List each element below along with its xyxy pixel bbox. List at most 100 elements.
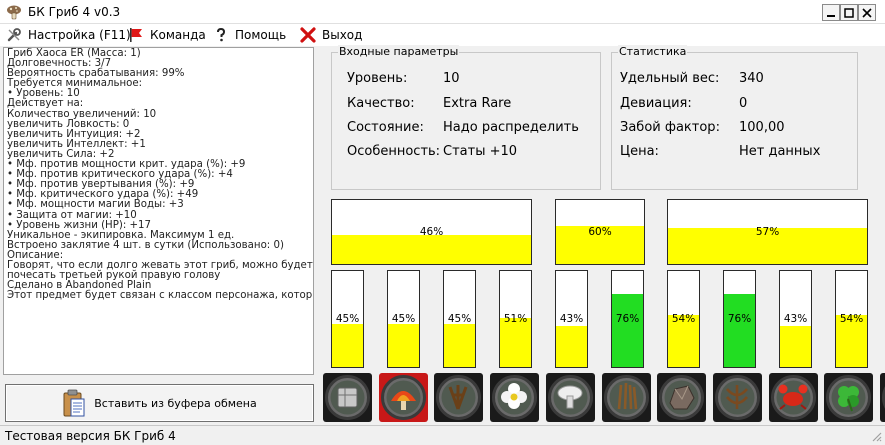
slot-bar: 43%	[779, 270, 812, 368]
item-slot[interactable]	[712, 373, 762, 422]
slot-bar: 43%	[555, 270, 588, 368]
deviation-value: 0	[739, 96, 748, 111]
summary-bar: 60%	[555, 199, 645, 265]
feature-value: Статы +10	[443, 144, 518, 159]
rock-chunk-icon	[657, 373, 707, 422]
slot-bar: 76%	[723, 270, 756, 368]
red-crab-icon	[768, 373, 818, 422]
item-slot[interactable]	[824, 373, 874, 422]
clipboard-icon	[63, 389, 85, 417]
menu-exit-label: Выход	[322, 28, 363, 42]
resize-grip-icon[interactable]	[870, 430, 882, 442]
mushroom-app-icon	[7, 5, 21, 20]
slot-bar-fill	[724, 294, 755, 367]
menu-team-label: Команда	[150, 28, 206, 42]
summary-bar-label: 46%	[419, 226, 444, 238]
white-mushroom-icon	[545, 373, 595, 422]
red-x-icon	[300, 27, 316, 43]
slot-bar-label: 54%	[671, 313, 696, 325]
slot-bar-label: 76%	[727, 313, 752, 325]
slot-bar-label: 45%	[391, 313, 416, 325]
state-value: Надо распределить	[443, 120, 579, 135]
slot-bar: 76%	[611, 270, 644, 368]
price-value: Нет данных	[739, 144, 821, 159]
slot-bar: 45%	[387, 270, 420, 368]
menu-bar: Настройка (F11) Команда Помощь Выход	[0, 24, 885, 46]
slot-bar-fill	[388, 323, 419, 367]
item-slot[interactable]	[601, 373, 651, 422]
maximize-icon	[844, 7, 854, 18]
slot-bar: 51%	[499, 270, 532, 368]
menu-exit[interactable]: Выход	[300, 26, 362, 44]
slot-bar: 45%	[443, 270, 476, 368]
item-info-panel[interactable]: Гриб Хаоса ER (Масса: 1) Долговечность: 3…	[3, 47, 314, 375]
slot-bar-label: 43%	[559, 313, 584, 325]
menu-settings-label: Настройка (F11)	[28, 28, 131, 42]
slot-bar-label: 54%	[839, 313, 864, 325]
weight-value: 340	[739, 71, 764, 86]
white-flower-icon	[490, 373, 540, 422]
summary-bar-label: 60%	[588, 226, 612, 238]
item-slot[interactable]	[378, 373, 428, 422]
status-text: Тестовая версия БК Гриб 4	[5, 429, 176, 443]
slot-bar: 54%	[667, 270, 700, 368]
item-slot[interactable]	[545, 373, 595, 422]
item-slot[interactable]	[880, 373, 885, 422]
price-label: Цена:	[620, 144, 659, 159]
slot-bar: 45%	[331, 270, 364, 368]
status-bar: Тестовая версия БК Гриб 4	[0, 425, 885, 445]
title-bar: БК Гриб 4 v0.3	[0, 0, 885, 24]
slot-bar-fill	[556, 325, 587, 367]
statistics-group: Статистика Удельный вес: 340 Девиация: 0…	[611, 45, 858, 190]
maximize-button[interactable]	[840, 4, 858, 21]
menu-help-label: Помощь	[235, 28, 287, 42]
item-slot[interactable]	[657, 373, 707, 422]
close-button[interactable]	[858, 4, 876, 21]
summary-bar-fill	[332, 234, 531, 264]
wrench-icon	[7, 28, 21, 42]
kill-factor-value: 100,00	[739, 120, 785, 135]
slot-bar-label: 76%	[615, 313, 640, 325]
paste-button-label: Вставить из буфера обмена	[94, 396, 257, 410]
item-info-line: Этот предмет будет связан с классом перс…	[7, 290, 314, 302]
menu-settings[interactable]: Настройка (F11)	[6, 26, 131, 44]
item-slot[interactable]	[490, 373, 540, 422]
item-slot[interactable]	[323, 373, 372, 422]
menu-help[interactable]: Помощь	[213, 26, 286, 44]
close-icon	[862, 7, 872, 18]
menu-team[interactable]: Команда	[128, 26, 206, 44]
brown-stalks-icon	[601, 373, 651, 422]
brown-roots-icon	[434, 373, 484, 422]
state-label: Состояние:	[347, 120, 424, 135]
red-orange-mushroom-icon	[378, 373, 428, 422]
deviation-label: Девиация:	[620, 96, 692, 111]
input-params-group: Входные параметры Уровень: 10 Качество: …	[331, 45, 601, 190]
summary-bar: 57%	[667, 199, 868, 265]
minimize-icon	[827, 14, 835, 17]
item-slot[interactable]	[434, 373, 484, 422]
slot-bar-fill	[612, 294, 643, 367]
item-info-line: • Мф. мощности магии Воды: +3	[7, 199, 184, 211]
slot-bar-fill	[500, 318, 531, 367]
minimize-button[interactable]	[822, 4, 840, 21]
slot-bar-fill	[444, 323, 475, 367]
level-value: 10	[443, 71, 460, 86]
green-clover-icon	[824, 373, 874, 422]
slot-bar: 54%	[835, 270, 868, 368]
input-params-title: Входные параметры	[338, 45, 460, 58]
feature-label: Особенность:	[347, 144, 441, 159]
slot-bar-label: 43%	[783, 313, 808, 325]
weight-label: Удельный вес:	[620, 71, 720, 86]
red-flag-icon	[130, 28, 142, 42]
paste-from-clipboard-button[interactable]: Вставить из буфера обмена	[5, 384, 314, 422]
kill-factor-label: Забой фактор:	[620, 120, 720, 135]
slot-bar-label: 51%	[503, 313, 528, 325]
silver-crate-icon	[323, 373, 372, 422]
slot-bar-fill	[780, 325, 811, 367]
summary-bar-label: 57%	[755, 226, 780, 238]
quality-value: Extra Rare	[443, 96, 512, 111]
brown-root-cluster-icon	[712, 373, 762, 422]
window-title: БК Гриб 4 v0.3	[28, 5, 121, 19]
statistics-title: Статистика	[618, 45, 688, 58]
item-slot[interactable]	[768, 373, 818, 422]
